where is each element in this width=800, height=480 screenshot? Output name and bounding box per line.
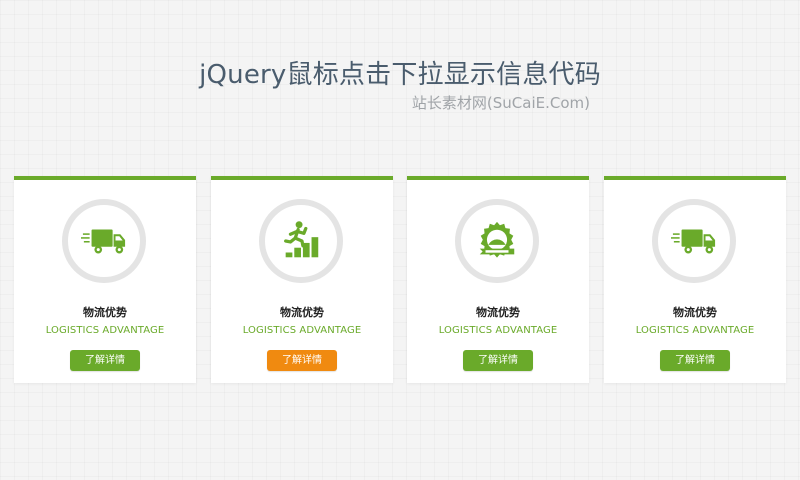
card-title: 物流优势 bbox=[673, 306, 717, 319]
card-subtitle: LOGISTICS ADVANTAGE bbox=[635, 325, 755, 336]
card-title: 物流优势 bbox=[476, 306, 520, 319]
icon-ring bbox=[455, 199, 539, 283]
learn-more-button[interactable]: 了解详情 bbox=[463, 350, 533, 371]
card-title: 物流优势 bbox=[83, 306, 127, 319]
card-subtitle: LOGISTICS ADVANTAGE bbox=[45, 325, 165, 336]
card-subtitle: LOGISTICS ADVANTAGE bbox=[438, 325, 558, 336]
page-title: jQuery鼠标点击下拉显示信息代码 bbox=[199, 60, 601, 90]
icon-ring bbox=[259, 199, 343, 283]
feature-cards: 物流优势 LOGISTICS ADVANTAGE 了解详情 物流优势 LOGIS… bbox=[14, 176, 786, 383]
page-header: jQuery鼠标点击下拉显示信息代码 站长素材网(SuCaiE.Com) bbox=[0, 58, 800, 112]
icon-ring bbox=[62, 199, 146, 283]
feature-card: 物流优势 LOGISTICS ADVANTAGE 了解详情 bbox=[211, 176, 393, 383]
page-subtitle: 站长素材网(SuCaiE.Com) bbox=[411, 94, 590, 112]
card-subtitle: LOGISTICS ADVANTAGE bbox=[242, 325, 362, 336]
card-title: 物流优势 bbox=[280, 306, 324, 319]
award-badge-icon bbox=[479, 221, 515, 258]
delivery-truck-icon bbox=[81, 229, 126, 254]
delivery-truck-icon bbox=[671, 229, 716, 254]
feature-card: 物流优势 LOGISTICS ADVANTAGE 了解详情 bbox=[604, 176, 786, 383]
feature-card: 物流优势 LOGISTICS ADVANTAGE 了解详情 bbox=[14, 176, 196, 383]
learn-more-button[interactable]: 了解详情 bbox=[660, 350, 730, 371]
learn-more-button[interactable]: 了解详情 bbox=[267, 350, 337, 371]
feature-card: 物流优势 LOGISTICS ADVANTAGE 了解详情 bbox=[407, 176, 589, 383]
climbing-stairs-icon bbox=[284, 221, 319, 258]
icon-ring bbox=[652, 199, 736, 283]
learn-more-button[interactable]: 了解详情 bbox=[70, 350, 140, 371]
